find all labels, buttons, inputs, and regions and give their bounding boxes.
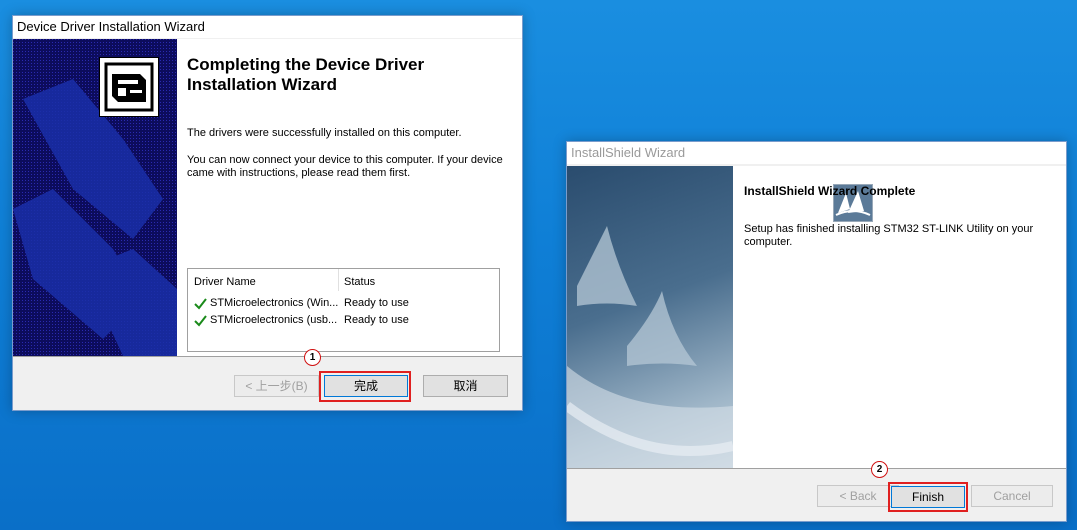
back-button[interactable]: < Back — [817, 485, 899, 507]
checkmark-icon — [194, 298, 207, 310]
device-driver-wizard-window: Device Driver Installation Wizard Comple… — [12, 15, 523, 411]
column-header-driver-name[interactable]: Driver Name — [194, 276, 256, 288]
cancel-button[interactable]: 取消 — [423, 375, 508, 397]
table-row[interactable]: STMicroelectronics (Win... Ready to use — [192, 296, 492, 312]
wizard-content: Completing the Device Driver Installatio… — [177, 39, 522, 356]
driver-name: STMicroelectronics (usb... — [210, 314, 338, 326]
table-row[interactable]: STMicroelectronics (usb... Ready to use — [192, 313, 492, 329]
back-button[interactable]: < 上一步(B) — [234, 375, 319, 397]
cancel-button[interactable]: Cancel — [971, 485, 1053, 507]
instructions-message: You can now connect your device to this … — [187, 154, 503, 179]
column-header-status[interactable]: Status — [344, 276, 375, 288]
finish-button[interactable]: Finish — [891, 486, 965, 508]
driver-name: STMicroelectronics (Win... — [210, 297, 339, 309]
success-message: The drivers were successfully installed … — [187, 127, 462, 139]
hardware-icon — [99, 57, 159, 117]
sail-graphic — [567, 226, 733, 468]
page-heading: Completing the Device Driver Installatio… — [187, 55, 425, 94]
finish-button[interactable]: 完成 — [324, 375, 408, 397]
footer-divider — [567, 468, 1066, 469]
checkmark-icon — [194, 315, 207, 327]
driver-status: Ready to use — [344, 314, 409, 326]
window-title[interactable]: InstallShield Wizard — [567, 142, 1066, 164]
column-divider — [338, 269, 339, 291]
installshield-wizard-window: InstallShield Wizard InstallShield Wizar… — [566, 141, 1067, 522]
wizard-side-banner — [13, 39, 177, 356]
page-heading: InstallShield Wizard Complete — [744, 184, 916, 198]
step-marker-2: 2 — [871, 461, 888, 478]
window-title[interactable]: Device Driver Installation Wizard — [13, 16, 522, 38]
step-marker-1: 1 — [304, 349, 321, 366]
footer-divider — [13, 356, 522, 357]
wizard-content: InstallShield Wizard Complete Setup has … — [733, 166, 1066, 468]
driver-status: Ready to use — [344, 297, 409, 309]
wizard-side-banner — [567, 166, 733, 468]
completion-message: Setup has finished installing STM32 ST-L… — [744, 223, 1034, 248]
driver-list[interactable]: Driver Name Status STMicroelectronics (W… — [187, 268, 500, 352]
